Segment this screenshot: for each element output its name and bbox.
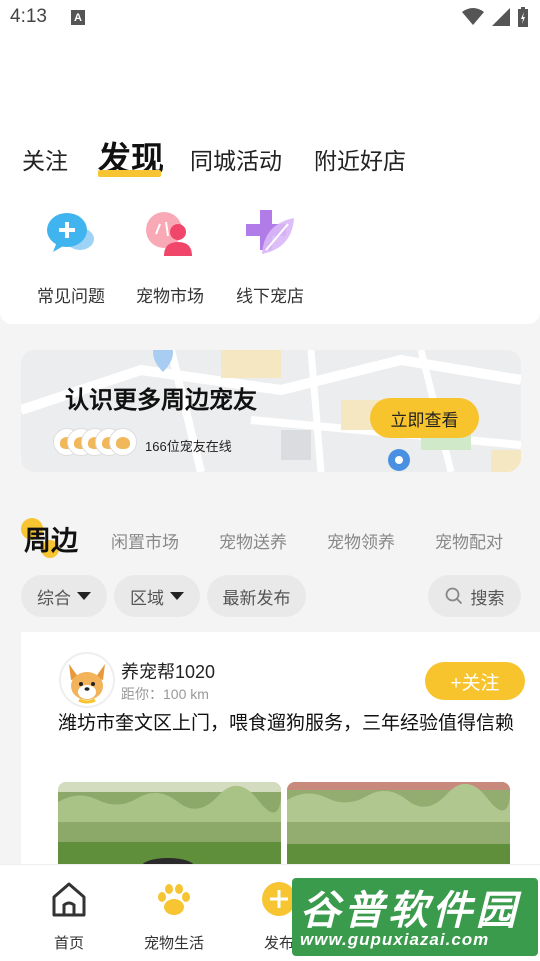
home-icon xyxy=(52,882,86,917)
nav-home[interactable]: 首页 xyxy=(14,879,124,953)
follow-button[interactable]: +关注 xyxy=(425,662,525,700)
chat-bubble-plus-icon xyxy=(43,206,99,262)
post-content[interactable]: 潍坊市奎文区上门，喂食遛狗服务，三年经验值得信赖 xyxy=(58,710,518,738)
online-count: 166位宠友在线 xyxy=(145,439,232,454)
plus-leaf-icon xyxy=(242,206,298,262)
filter-bar: 综合 区域 最新发布 搜索 xyxy=(0,575,540,617)
tab-rehoming[interactable]: 宠物送养 xyxy=(219,528,287,553)
tab-nearby-shops[interactable]: 附近好店 xyxy=(314,142,406,176)
region-dropdown[interactable]: 区域 xyxy=(114,575,200,617)
quick-actions: 常见问题 宠物市场 线下宠店 xyxy=(0,188,540,324)
wifi-icon xyxy=(462,8,484,25)
post-image[interactable] xyxy=(287,782,510,866)
signal-icon xyxy=(492,8,510,26)
quick-faq[interactable]: 常见问题 xyxy=(23,206,119,307)
username[interactable]: 养宠帮1020 xyxy=(121,658,215,684)
status-time: 4:13 xyxy=(10,6,47,27)
top-tabs: 关注 发现 同城活动 附近好店 xyxy=(0,128,540,180)
post-card[interactable]: 养宠帮1020 距你：100 km +关注 潍坊市奎文区上门，喂食遛狗服务，三年… xyxy=(21,632,540,866)
sort-dropdown[interactable]: 综合 xyxy=(21,575,107,617)
nav-home-label: 首页 xyxy=(53,935,84,952)
tab-pairing[interactable]: 宠物配对 xyxy=(435,528,503,553)
tab-adoption[interactable]: 宠物领养 xyxy=(327,528,395,553)
caret-down-icon xyxy=(170,592,184,600)
tab-idle-market[interactable]: 闲置市场 xyxy=(111,528,179,553)
tab-local-events[interactable]: 同城活动 xyxy=(190,142,282,176)
distance-text: 距你：100 km xyxy=(121,686,209,702)
banner-title: 认识更多周边宠友 xyxy=(65,387,257,414)
nearby-friends-banner[interactable]: 认识更多周边宠友 166位宠友在线 立即查看 xyxy=(21,350,521,472)
quick-offline-stores[interactable]: 线下宠店 xyxy=(222,206,318,307)
search-button[interactable]: 搜索 xyxy=(428,575,521,617)
nav-pet-life-label: 宠物生活 xyxy=(143,935,204,952)
battery-icon xyxy=(518,7,528,27)
view-now-button[interactable]: 立即查看 xyxy=(370,398,479,438)
search-icon xyxy=(445,587,462,605)
user-avatar[interactable] xyxy=(59,652,115,708)
watermark-title: 谷普软件园 xyxy=(300,889,520,933)
sort-label: 综合 xyxy=(37,588,71,608)
status-bar: 4:13 A xyxy=(0,0,540,40)
region-label: 区域 xyxy=(130,588,164,608)
nav-pet-life[interactable]: 宠物生活 xyxy=(119,879,229,953)
notification-icon: A xyxy=(71,10,85,25)
watermark-logo: 谷普软件园 www.gupuxiazai.com xyxy=(292,878,538,956)
active-tab-underline xyxy=(98,170,161,177)
quick-offline-stores-label: 线下宠店 xyxy=(236,287,304,306)
quick-pet-market-label: 宠物市场 xyxy=(136,287,204,306)
tab-nearby[interactable]: 周边 xyxy=(24,519,78,558)
system-icons xyxy=(462,7,528,27)
user-group-icon xyxy=(142,206,198,262)
quick-pet-market[interactable]: 宠物市场 xyxy=(122,206,218,307)
paw-icon xyxy=(158,884,190,915)
quick-faq-label: 常见问题 xyxy=(37,287,105,306)
category-tabs: 周边 闲置市场 宠物送养 宠物领养 宠物配对 xyxy=(0,504,540,560)
watermark-url: www.gupuxiazai.com xyxy=(300,930,490,949)
search-placeholder: 搜索 xyxy=(470,588,505,608)
tab-follow[interactable]: 关注 xyxy=(22,142,68,176)
avatar xyxy=(109,428,137,456)
post-image[interactable] xyxy=(58,782,281,866)
caret-down-icon xyxy=(77,592,91,600)
latest-filter-button[interactable]: 最新发布 xyxy=(207,575,306,617)
online-avatars xyxy=(53,428,143,456)
